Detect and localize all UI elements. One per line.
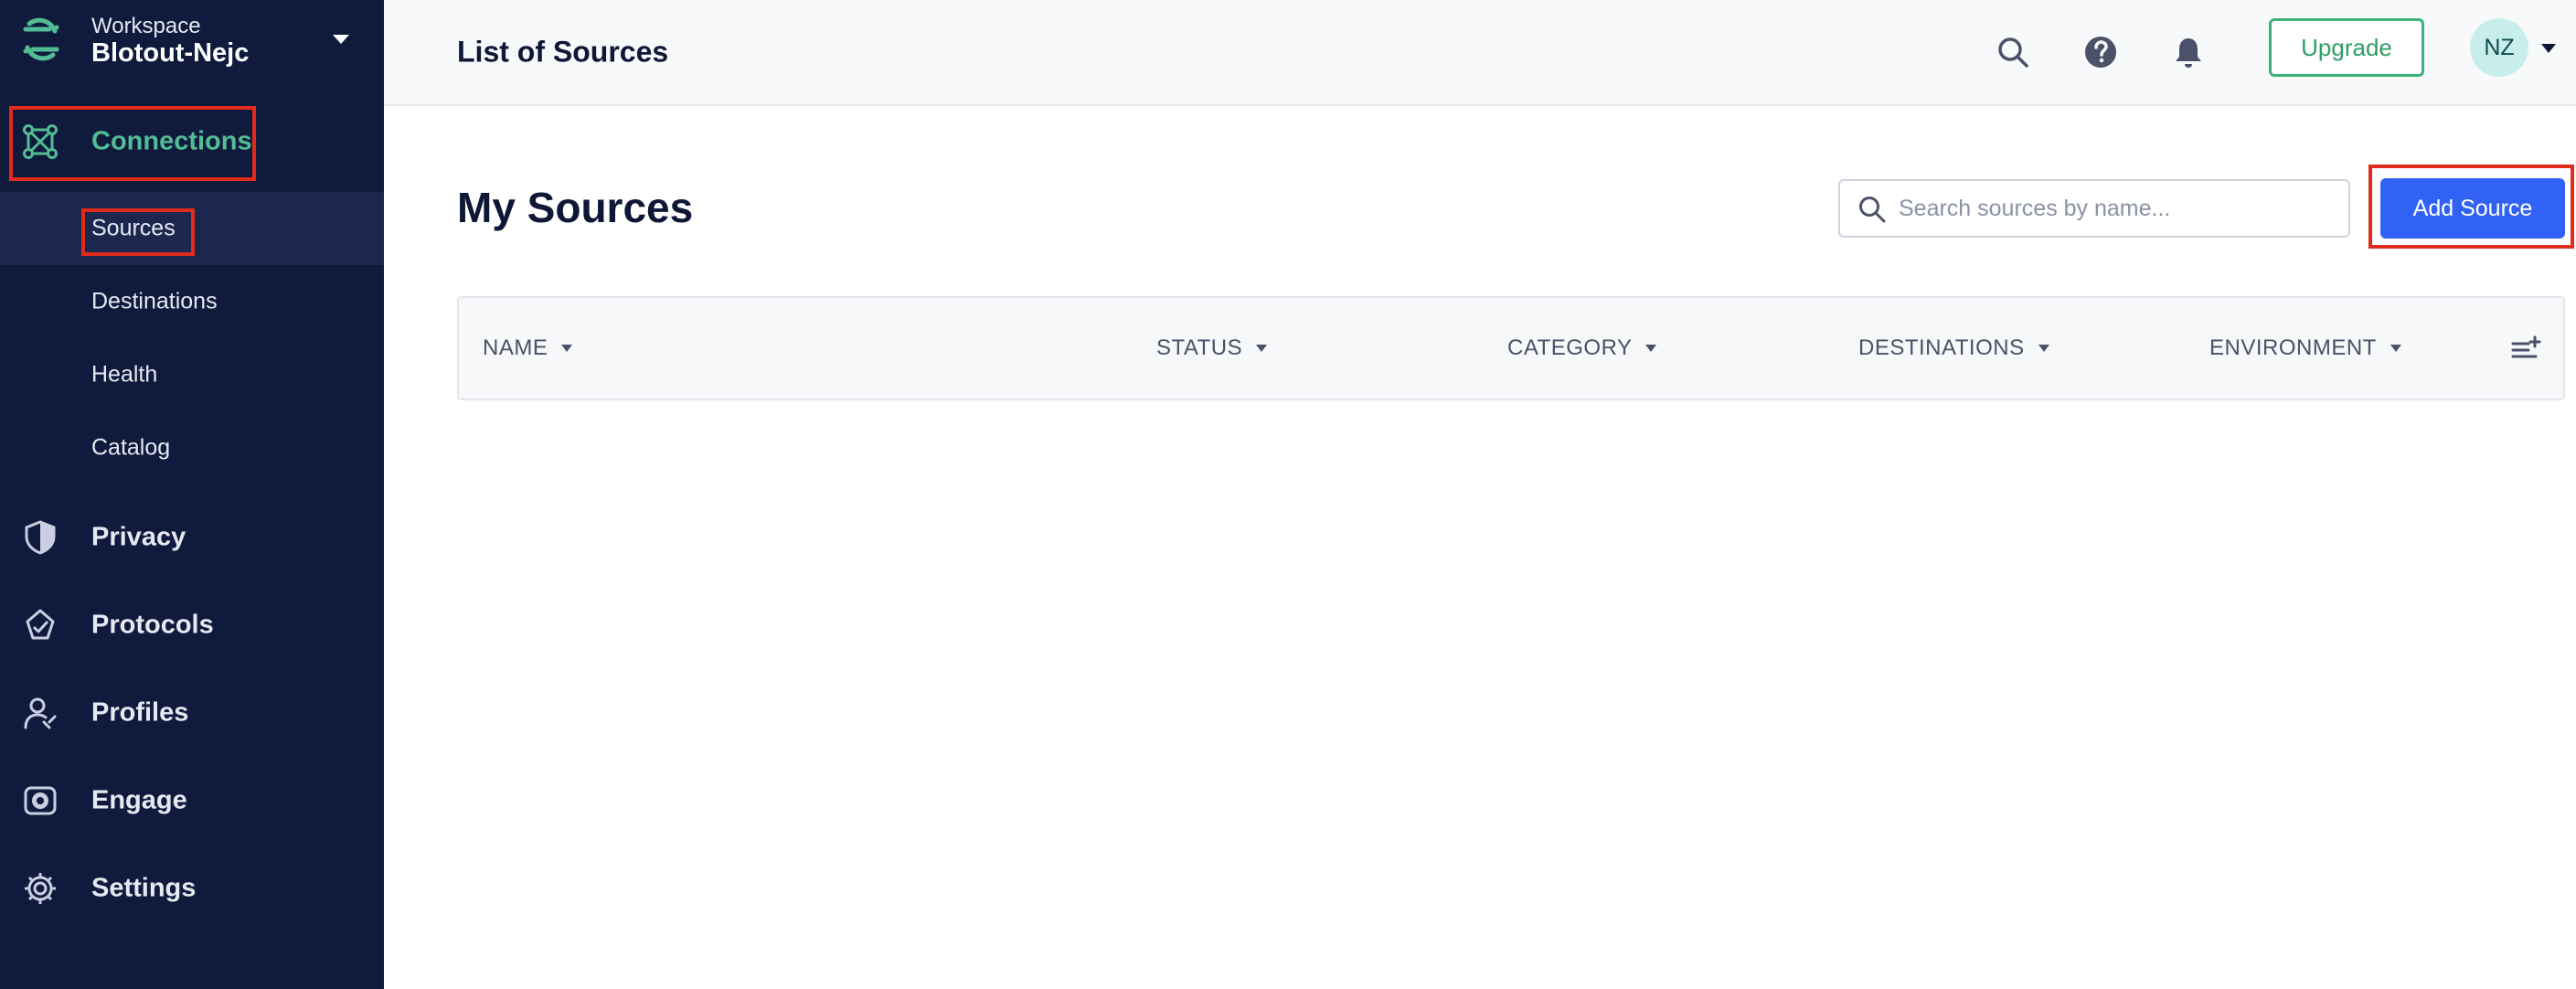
sidebar-item-protocols[interactable]: Protocols [0,581,384,669]
subnav-item-health[interactable]: Health [0,338,384,411]
profiles-icon [24,697,57,729]
subnav-item-label: Catalog [91,434,171,461]
column-settings-icon[interactable] [2510,333,2541,364]
sort-caret-icon [2038,345,2049,352]
segment-logo-icon [23,17,59,61]
workspace-name: Blotout-Nejc [91,38,250,68]
search-input[interactable] [1899,188,2337,229]
upgrade-button[interactable]: Upgrade [2269,18,2424,77]
subnav-item-label: Health [91,361,158,388]
column-header-destinations[interactable]: DESTINATIONS [1858,298,2050,399]
column-header-name[interactable]: NAME [483,298,573,399]
connections-subnav: Sources Destinations Health Catalog [0,192,384,484]
subnav-item-catalog[interactable]: Catalog [0,411,384,484]
column-header-status[interactable]: STATUS [1156,298,1268,399]
sidebar-item-label: Profiles [91,697,189,728]
column-header-label: DESTINATIONS [1858,335,2025,360]
page-title: List of Sources [457,35,669,69]
chevron-down-icon[interactable] [2539,42,2558,55]
section-title: My Sources [457,184,694,231]
add-source-button[interactable]: Add Source [2380,178,2565,239]
sidebar-item-label: Settings [91,873,197,903]
column-header-category[interactable]: CATEGORY [1507,298,1657,399]
sidebar-item-label: Connections [91,126,252,156]
sort-caret-icon [2390,345,2401,352]
sidebar: Workspace Blotout-Nejc Connections Sourc… [0,0,384,989]
sort-caret-icon [1256,345,1268,352]
search-field[interactable] [1838,179,2350,238]
column-header-label: ENVIRONMENT [2209,335,2377,360]
column-header-label: NAME [483,335,548,360]
column-header-label: STATUS [1156,335,1243,360]
workspace-label: Workspace [91,14,201,38]
sources-table: NAME STATUS CATEGORY DESTINATIONS ENVIRO… [457,296,2565,400]
sidebar-item-settings[interactable]: Settings [0,845,384,932]
search-icon[interactable] [1995,34,2031,70]
shield-icon [25,520,56,555]
sidebar-item-connections[interactable]: Connections [0,101,384,183]
gear-icon [25,873,56,904]
subnav-item-sources[interactable]: Sources [0,192,384,265]
subnav-item-label: Destinations [91,288,218,314]
column-header-label: CATEGORY [1507,335,1633,360]
engage-icon [24,786,57,815]
app-root: Workspace Blotout-Nejc Connections Sourc… [0,0,2576,989]
chevron-down-icon[interactable] [331,32,351,47]
subnav-item-destinations[interactable]: Destinations [0,265,384,338]
sidebar-item-label: Protocols [91,610,214,640]
workspace-switcher[interactable]: Workspace Blotout-Nejc [0,0,384,90]
top-header: List of Sources Upgrade NZ [384,0,2576,106]
avatar[interactable]: NZ [2470,18,2528,77]
connections-icon [23,124,58,159]
bell-icon[interactable] [2170,34,2207,70]
protocols-icon [26,609,55,640]
sort-caret-icon [561,345,573,352]
search-icon [1859,197,1886,223]
sidebar-item-privacy[interactable]: Privacy [0,494,384,581]
sidebar-item-engage[interactable]: Engage [0,757,384,845]
sidebar-item-label: Privacy [91,522,186,552]
subnav-item-label: Sources [91,215,176,241]
help-icon[interactable] [2082,34,2119,70]
sidebar-item-label: Engage [91,785,187,815]
sort-caret-icon [1645,345,1657,352]
column-header-environment[interactable]: ENVIRONMENT [2209,298,2402,399]
sidebar-item-profiles[interactable]: Profiles [0,669,384,757]
